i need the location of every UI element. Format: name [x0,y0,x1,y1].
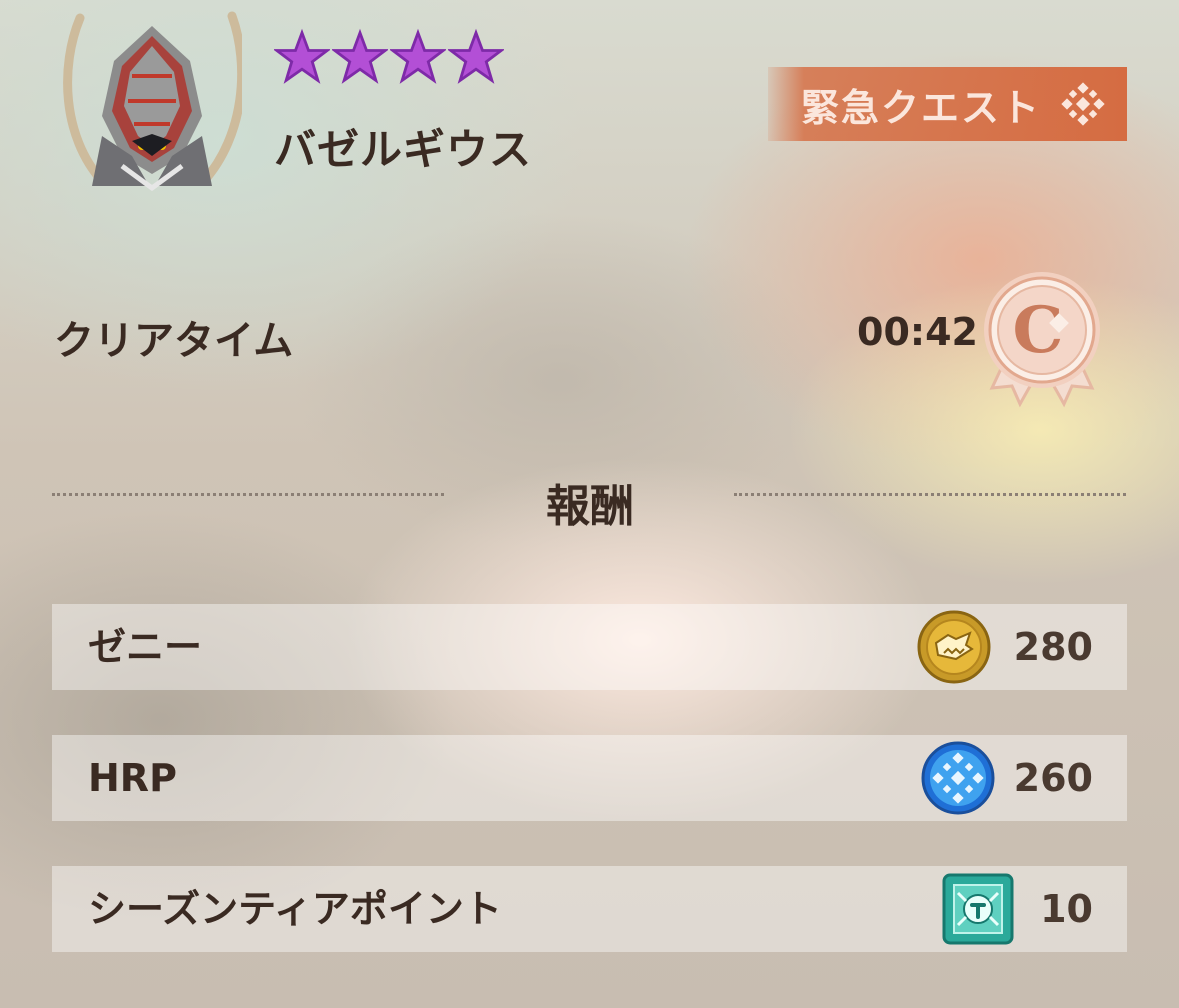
star-icon [390,28,446,84]
rank-letter: C [1013,293,1064,368]
reward-row-hrp: HRP 260 [52,735,1127,821]
clear-time-label: クリアタイム [54,318,294,364]
rewards-heading: 報酬 [546,481,634,532]
urgent-quest-badge: 緊急クエスト [768,67,1127,141]
reward-row-season-tier-point: シーズンティアポイント 10 [52,866,1127,952]
reward-value: 260 [1013,756,1093,800]
rank-medal-icon: C [978,268,1106,408]
star-icon [332,28,388,84]
divider-left [52,493,444,496]
star-icon [448,28,504,84]
star-icon [274,28,330,84]
monster-name: バゼルギウス [274,125,533,174]
zenny-coin-icon [917,610,991,684]
hrp-emblem-icon [1061,82,1105,126]
divider-right [734,493,1126,496]
reward-label: ゼニー [88,625,203,669]
season-tier-point-icon [942,873,1014,945]
reward-value: 280 [1013,625,1093,669]
reward-row-zenny: ゼニー 280 [52,604,1127,690]
monster-portrait-icon [62,6,247,196]
urgent-quest-label: 緊急クエスト [800,85,1041,130]
hrp-orb-icon [921,741,995,815]
reward-label: HRP [88,756,177,800]
reward-label: シーズンティアポイント [88,887,502,931]
difficulty-stars [274,28,504,88]
clear-time-value: 00:42 [857,310,978,354]
reward-value: 10 [1040,887,1093,931]
